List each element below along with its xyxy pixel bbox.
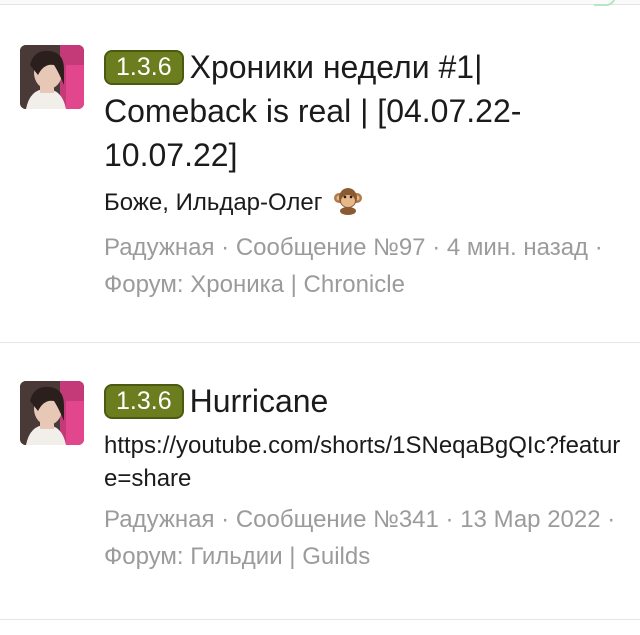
meta-separator: ·: [214, 506, 236, 533]
author-link[interactable]: Радужная: [104, 506, 214, 533]
avatar[interactable]: [20, 381, 84, 445]
thread-title[interactable]: 1.3.6 Хроники недели #1| Comeback is real…: [104, 45, 624, 177]
forum-link[interactable]: Форум: Хроника | Chronicle: [104, 271, 405, 298]
message-number[interactable]: Сообщение №97: [236, 234, 426, 261]
search-result-item[interactable]: 1.3.6 Hurricane https://youtube.com/short…: [0, 343, 640, 620]
version-badge[interactable]: 1.3.6: [104, 384, 184, 419]
author-link[interactable]: Радужная: [104, 234, 214, 261]
avatar[interactable]: [20, 45, 84, 109]
post-time: 4 мин. назад: [446, 234, 589, 261]
message-snippet[interactable]: Боже, Ильдар-Олег: [104, 185, 624, 219]
search-result-item[interactable]: 1.3.6 Хроники недели #1| Comeback is real…: [0, 5, 640, 343]
thread-title[interactable]: 1.3.6 Hurricane: [104, 379, 624, 423]
monkey-icon: [333, 185, 363, 215]
meta-separator: ·: [588, 234, 603, 261]
meta-separator: ·: [214, 234, 236, 261]
message-number[interactable]: Сообщение №341: [236, 506, 439, 533]
thread-title-text[interactable]: Hurricane: [190, 383, 329, 419]
version-badge[interactable]: 1.3.6: [104, 50, 184, 85]
post-meta: Радужная · Сообщение №341 · 13 Мар 2022 …: [104, 501, 624, 575]
message-snippet[interactable]: https://youtube.com/shorts/1SNeqaBgQIc?f…: [104, 429, 624, 495]
snippet-link[interactable]: https://youtube.com/shorts/1SNeqaBgQIc?f…: [104, 432, 620, 492]
snippet-text: Боже, Ильдар-Олег: [104, 189, 323, 216]
meta-separator: ·: [600, 506, 616, 533]
meta-separator: ·: [425, 234, 447, 261]
meta-separator: ·: [438, 506, 461, 533]
post-time: 13 Мар 2022: [460, 506, 601, 533]
forum-link[interactable]: Форум: Гильдии | Guilds: [104, 543, 370, 570]
post-meta: Радужная · Сообщение №97 · 4 мин. назад …: [104, 229, 624, 303]
